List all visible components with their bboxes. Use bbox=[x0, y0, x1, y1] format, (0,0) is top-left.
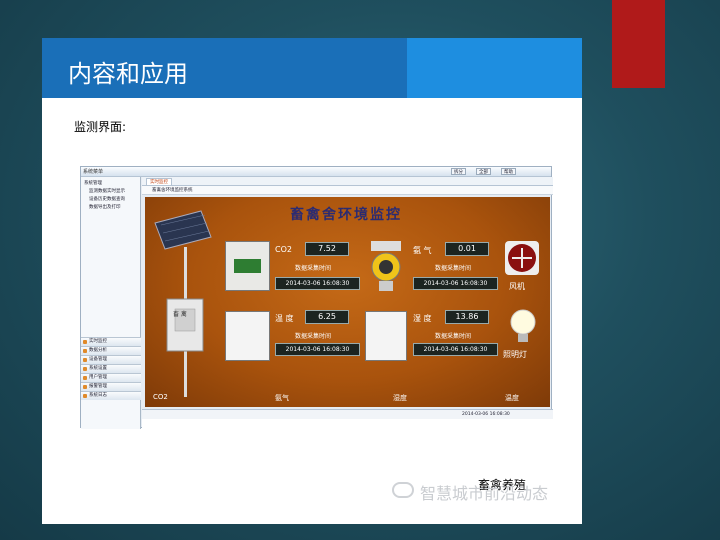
bottom-label-nh3: 氨气 bbox=[275, 394, 289, 402]
nav-alarm[interactable]: 报警管理 bbox=[81, 382, 141, 391]
tree-item-export[interactable]: 数据导出及打印 bbox=[89, 204, 121, 210]
tab-realtime[interactable]: 实时监控 bbox=[146, 178, 172, 186]
co2-value: 7.52 bbox=[305, 242, 349, 256]
light-bulb-icon[interactable] bbox=[507, 307, 539, 347]
hum-label: 湿 度 bbox=[413, 314, 432, 323]
ammonia-sensor-icon bbox=[371, 241, 401, 291]
monitor-panel: 畜禽舍环境监控 畜 禽 CO2 7.52 数据采集时间 2014-03-06 1… bbox=[145, 197, 550, 407]
humidity-sensor-icon bbox=[365, 311, 407, 361]
status-bar: 2014-03-06 16:08:30 bbox=[142, 409, 553, 419]
tree-item-history[interactable]: 设备历史数据查询 bbox=[89, 196, 125, 202]
monitor-title: 畜禽舍环境监控 bbox=[290, 207, 402, 223]
solar-sensor-station-icon bbox=[154, 210, 212, 397]
slide-title: 内容和应用 bbox=[68, 60, 188, 88]
slide: 内容和应用 监测界面: 系统菜单 拆分 全部 帮助 系统管理 监测数据实时显示 … bbox=[42, 38, 582, 524]
red-accent-tab bbox=[612, 0, 665, 88]
co2-label: CO2 bbox=[275, 245, 292, 254]
nav-log[interactable]: 系统日志 bbox=[81, 391, 141, 400]
bottom-label-co2: CO2 bbox=[153, 393, 168, 401]
nav-analysis[interactable]: 数据分析 bbox=[81, 346, 141, 355]
system-menu[interactable]: 系统菜单 bbox=[83, 168, 103, 175]
caption: 监测界面: bbox=[74, 120, 127, 134]
tree-item-realtime[interactable]: 监测数据实时显示 bbox=[89, 188, 125, 194]
fan-label: 风机 bbox=[509, 282, 525, 291]
app-window: 系统菜单 拆分 全部 帮助 系统管理 监测数据实时显示 设备历史数据查询 数据导… bbox=[80, 166, 553, 429]
nav-realtime[interactable]: 实时监控 bbox=[81, 337, 141, 346]
temp-time-label: 数据采集时间 bbox=[295, 333, 332, 340]
co2-sensor-icon bbox=[225, 241, 270, 291]
nav-users[interactable]: 用户管理 bbox=[81, 373, 141, 382]
breadcrumb: 畜禽舍环境监控系统 bbox=[142, 186, 553, 195]
co2-time: 2014-03-06 16:08:30 bbox=[275, 277, 360, 290]
hum-time: 2014-03-06 16:08:30 bbox=[413, 343, 498, 356]
co2-time-label: 数据采集时间 bbox=[295, 265, 332, 272]
fan-icon[interactable] bbox=[505, 241, 539, 275]
bottom-label-temperature: 温度 bbox=[505, 394, 519, 402]
nh3-time-label: 数据采集时间 bbox=[435, 265, 472, 272]
temperature-sensor-icon bbox=[225, 311, 270, 361]
watermark-text: 智慧城市前沿动态 bbox=[420, 484, 549, 503]
sensor-tag: 畜 禽 bbox=[173, 311, 187, 318]
light-label: 照明灯 bbox=[503, 350, 527, 359]
temp-time: 2014-03-06 16:08:30 bbox=[275, 343, 360, 356]
title-bar-accent bbox=[407, 38, 582, 98]
nh3-time: 2014-03-06 16:08:30 bbox=[413, 277, 498, 290]
nh3-label: 氨 气 bbox=[413, 246, 432, 255]
hum-value: 13.86 bbox=[445, 310, 489, 324]
temp-value: 6.25 bbox=[305, 310, 349, 324]
temp-label: 温 度 bbox=[275, 314, 294, 323]
nav-settings[interactable]: 系统设置 bbox=[81, 364, 141, 373]
all-button[interactable]: 全部 bbox=[476, 168, 491, 175]
bottom-label-humidity: 湿度 bbox=[393, 394, 407, 402]
nav-device[interactable]: 设备管理 bbox=[81, 355, 141, 364]
hum-time-label: 数据采集时间 bbox=[435, 333, 472, 340]
nh3-value: 0.01 bbox=[445, 242, 489, 256]
wechat-icon bbox=[392, 482, 414, 498]
app-bottom bbox=[142, 419, 553, 429]
split-button[interactable]: 拆分 bbox=[451, 168, 466, 175]
app-topbar: 系统菜单 拆分 全部 帮助 bbox=[81, 167, 551, 177]
sidebar: 系统管理 监测数据实时显示 设备历史数据查询 数据导出及打印 实时监控 数据分析… bbox=[81, 177, 141, 429]
tab-bar: 实时监控 bbox=[142, 177, 553, 186]
help-button[interactable]: 帮助 bbox=[501, 168, 516, 175]
tree-item-system[interactable]: 系统管理 bbox=[84, 180, 102, 186]
